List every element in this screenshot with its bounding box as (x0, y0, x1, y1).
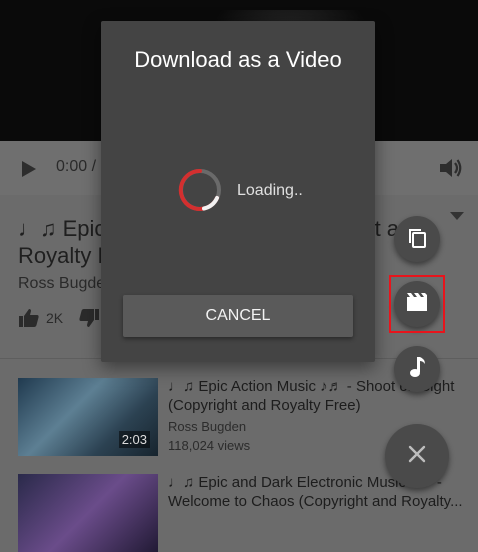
dialog-title: Download as a Video (134, 47, 342, 72)
related-views: 118,024 views (168, 438, 251, 453)
loading-text: Loading.. (237, 182, 303, 199)
play-icon[interactable] (20, 160, 38, 183)
related-thumbnail[interactable] (18, 474, 158, 552)
highlight-box (389, 275, 445, 333)
copy-icon (405, 225, 429, 254)
related-channel: Ross Bugden (168, 419, 247, 434)
thumbs-up-icon[interactable] (18, 308, 40, 333)
music-note-icon (407, 355, 427, 384)
duration-badge: 2:03 (118, 431, 150, 448)
cancel-button[interactable]: CANCEL (123, 295, 353, 337)
thumbs-down-icon[interactable] (78, 308, 100, 333)
download-audio-button[interactable] (394, 346, 440, 392)
close-icon (407, 444, 427, 469)
loading-spinner-icon (177, 167, 223, 213)
related-thumbnail[interactable]: 2:03 (18, 378, 158, 456)
channel-name[interactable]: Ross Bugde (18, 275, 105, 293)
like-count: 2K (46, 310, 64, 326)
volume-icon[interactable] (438, 156, 464, 185)
download-dialog: Download as a Video Loading.. CANCEL (101, 21, 375, 362)
video-title-line2: Royalty F (18, 243, 111, 268)
copy-link-button[interactable] (394, 216, 440, 262)
close-fab-button[interactable] (385, 424, 449, 488)
expand-icon[interactable] (450, 212, 464, 220)
time-display: 0:00 / (56, 158, 97, 175)
